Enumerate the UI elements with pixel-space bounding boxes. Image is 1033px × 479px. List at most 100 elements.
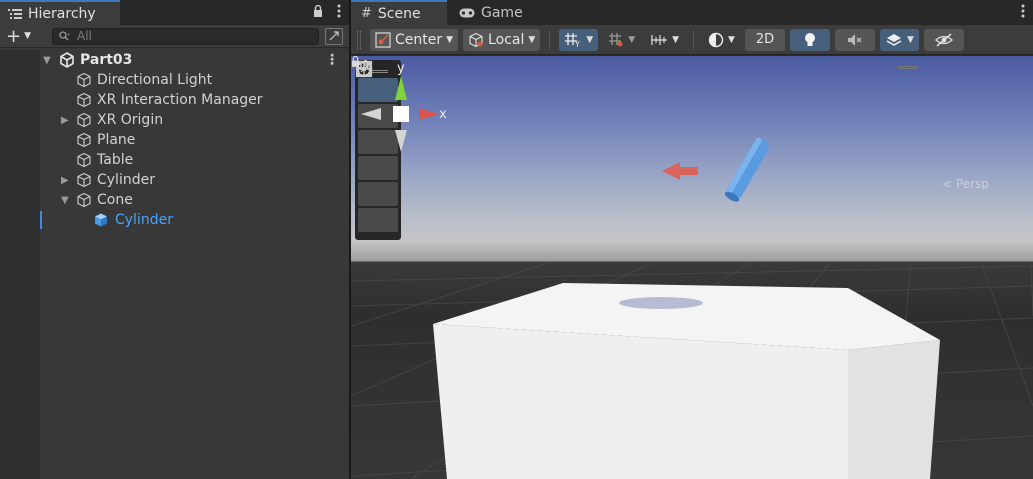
prefab-cube-icon — [95, 213, 107, 227]
neg-x-axis-cone[interactable] — [361, 108, 381, 120]
tab-hierarchy[interactable]: Hierarchy — [0, 0, 120, 25]
ruler-icon — [651, 34, 668, 45]
chevron-down-icon: ▼ — [628, 34, 636, 45]
tab-game[interactable]: Game — [449, 0, 529, 25]
gameobject-icon — [77, 152, 91, 168]
rect-tool-button[interactable] — [356, 61, 398, 206]
chevron-down-icon: ▼ — [728, 34, 735, 45]
light-bulb-icon — [804, 32, 815, 46]
gameobject-icon — [77, 92, 91, 108]
expand-icon — [329, 31, 339, 41]
scene-viewport[interactable]: y x < Persp — [351, 56, 1033, 479]
cone-arrow-mesh[interactable] — [662, 162, 698, 180]
scene-root-row[interactable]: ▼ Part03 ⋮ — [0, 50, 349, 70]
tab-scene[interactable]: # Scene — [351, 0, 447, 25]
list-icon — [8, 8, 22, 19]
gameobject-icon — [77, 192, 91, 208]
search-field[interactable]: All — [52, 27, 319, 45]
cylinder-mesh[interactable] — [723, 136, 771, 203]
hierarchy-panel: Hierarchy + ▼ All ▼ Part03 ⋮ Directional… — [0, 0, 349, 479]
gizmo-drag-handle[interactable] — [898, 66, 918, 69]
table-mesh[interactable] — [433, 283, 940, 479]
projection-label: Persp — [956, 177, 989, 191]
tab-hierarchy-label: Hierarchy — [28, 5, 96, 22]
orientation-gizmo[interactable]: y x — [351, 56, 451, 176]
lighting-toggle[interactable] — [789, 28, 830, 51]
hierarchy-item[interactable]: ▼ Cone — [0, 190, 349, 210]
chevron-down-icon: ▼ — [906, 34, 914, 45]
more-options-icon[interactable]: ⋮ — [325, 52, 339, 68]
2d-mode-toggle[interactable]: 2D — [744, 28, 785, 51]
hierarchy-item[interactable]: XR Interaction Manager — [0, 90, 349, 110]
scene-tabbar: # Scene Game — [351, 0, 1033, 25]
effects-dropdown[interactable]: ▼ — [879, 28, 919, 51]
scene-visibility-toggle[interactable] — [923, 28, 964, 51]
search-placeholder: All — [77, 29, 92, 43]
scene-toolbar: Center ▼ Local ▼ Y ▼ ▼ ▼ ▼ 2D ▼ — [351, 25, 1033, 55]
toolbar-divider — [693, 29, 695, 50]
hierarchy-item-label: XR Origin — [97, 112, 164, 128]
neg-y-axis-cone[interactable] — [395, 130, 407, 152]
hierarchy-item[interactable]: Plane — [0, 130, 349, 150]
chevron-down-icon[interactable]: ▼ — [61, 195, 71, 206]
scene-render — [351, 136, 1033, 479]
hierarchy-item-selected[interactable]: Cylinder — [0, 210, 349, 230]
pivot-dropdown[interactable]: Center ▼ — [370, 28, 459, 51]
toolbar-grip[interactable] — [357, 30, 361, 49]
grid-visibility-icon: Y — [565, 32, 580, 48]
lock-icon[interactable] — [313, 5, 323, 17]
snap-increment-dropdown[interactable]: ▼ — [603, 29, 640, 51]
hierarchy-item[interactable]: Table — [0, 150, 349, 170]
shading-sphere-icon — [708, 32, 724, 47]
hierarchy-item-label: Cone — [97, 192, 133, 208]
add-object-button[interactable]: + ▼ — [6, 26, 46, 47]
grid-snap-toggle[interactable]: Y ▼ — [559, 28, 599, 51]
search-options-button[interactable] — [325, 27, 343, 45]
tab-scene-label: Scene — [377, 5, 421, 22]
local-space-icon — [469, 32, 483, 47]
space-dropdown[interactable]: Local ▼ — [463, 28, 541, 51]
gameobject-icon — [77, 172, 91, 188]
chevron-down-icon: ▼ — [672, 34, 680, 45]
unity-logo-icon — [60, 52, 74, 68]
chevron-right-icon[interactable]: ▶ — [61, 175, 71, 186]
more-options-icon[interactable] — [1021, 4, 1025, 18]
tab-game-label: Game — [481, 4, 523, 21]
snap-icon — [609, 32, 623, 46]
chevron-down-icon: ▼ — [446, 34, 454, 45]
svg-text:Y: Y — [574, 40, 580, 48]
gameobject-icon — [77, 72, 91, 88]
mute-icon — [847, 33, 862, 46]
hierarchy-item-label: Plane — [97, 132, 136, 148]
2d-mode-label: 2D — [755, 32, 775, 47]
shading-mode-dropdown[interactable]: ▼ — [703, 29, 740, 51]
hidden-eye-icon — [934, 32, 953, 47]
ruler-dropdown[interactable]: ▼ — [645, 29, 684, 51]
gizmo-x-label: x — [439, 107, 447, 122]
hierarchy-item[interactable]: Directional Light — [0, 70, 349, 90]
space-label: Local — [488, 31, 525, 48]
chevron-down-icon: ▼ — [528, 34, 536, 45]
hierarchy-item[interactable]: ▶ XR Origin — [0, 110, 349, 130]
x-axis-cone[interactable] — [419, 108, 439, 120]
transform-tool-button[interactable] — [356, 61, 398, 232]
projection-toggle[interactable]: < Persp — [942, 177, 989, 191]
y-axis-cone[interactable] — [395, 76, 407, 100]
gameobject-icon — [77, 112, 91, 128]
gizmo-center-cube[interactable] — [393, 106, 409, 122]
plus-icon: + — [6, 25, 22, 47]
scene-panel: # Scene Game Center ▼ Local ▼ Y ▼ ▼ ▼ ▼ … — [351, 0, 1033, 479]
hierarchy-tree: ▼ Part03 ⋮ Directional Light XR Interact… — [0, 50, 349, 230]
selection-marker — [40, 211, 42, 229]
chevron-down-icon[interactable]: ▼ — [43, 55, 53, 66]
chevron-left-icon: < — [942, 177, 953, 191]
hierarchy-item[interactable]: ▶ Cylinder — [0, 170, 349, 190]
audio-toggle[interactable] — [834, 28, 875, 51]
gamepad-icon — [459, 8, 475, 17]
hierarchy-item-label: Cylinder — [115, 212, 173, 228]
search-icon — [59, 31, 70, 41]
chevron-right-icon[interactable]: ▶ — [61, 115, 71, 126]
more-options-icon[interactable] — [337, 4, 341, 18]
gizmo-y-label: y — [397, 61, 405, 76]
hierarchy-toolbar: + ▼ All — [0, 25, 349, 48]
